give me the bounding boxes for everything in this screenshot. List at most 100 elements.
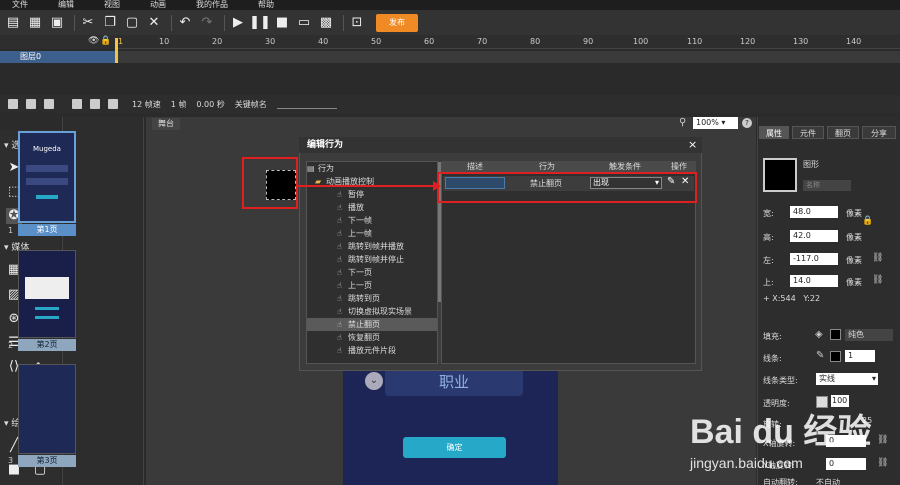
tab-properties[interactable]: 属性 xyxy=(759,126,789,139)
tree-item[interactable]: ☝ 跳转到页 xyxy=(307,292,437,305)
menu-edit[interactable]: 编辑 xyxy=(58,0,74,10)
page-label-1[interactable]: 第1页 xyxy=(18,224,76,236)
pause-icon[interactable]: ❚❚ xyxy=(249,14,271,32)
tree-item-selected[interactable]: ☝ 禁止翻页 xyxy=(307,318,437,331)
tree-item[interactable]: ☝ 上一页 xyxy=(307,279,437,292)
layer-row[interactable]: 图层0 xyxy=(0,51,115,63)
hand-icon: ☝ xyxy=(337,281,342,290)
col-desc: 描述 xyxy=(467,162,483,171)
width-input[interactable]: 48.0 xyxy=(790,206,838,218)
close-icon[interactable]: × xyxy=(688,138,700,152)
tab-share[interactable]: 分享 xyxy=(862,126,896,139)
toolbar-divider xyxy=(74,14,75,31)
shape-preview xyxy=(763,158,797,192)
stage-tab[interactable]: 舞台 xyxy=(152,118,180,130)
lock-ratio-icon[interactable]: 🔒 xyxy=(862,216,873,226)
tree-item[interactable]: ☝ 跳转到帧并停止 xyxy=(307,253,437,266)
unit-label: 像素 xyxy=(846,278,862,287)
tree-item[interactable]: ☝ 播放元件片段 xyxy=(307,344,437,357)
tree-root[interactable]: ▤ 行为 xyxy=(307,162,437,175)
watermark-logo: Bai du 经验 xyxy=(690,413,872,451)
layer-track[interactable] xyxy=(115,51,900,63)
menu-animation[interactable]: 动画 xyxy=(150,0,166,10)
tree-item[interactable]: ☝ 下一页 xyxy=(307,266,437,279)
menu-my-works[interactable]: 我的作品 xyxy=(196,0,228,10)
annotation-arrow xyxy=(296,185,439,187)
thumb-app-name: Mugeda xyxy=(33,145,61,153)
timeline-header: 👁 🔒 xyxy=(0,35,115,49)
top-input[interactable]: 14.0 xyxy=(790,275,838,287)
ruler-tick: 50 xyxy=(371,37,382,46)
page-label-3[interactable]: 第3页 xyxy=(18,455,76,467)
keyframe-icon[interactable] xyxy=(90,99,100,109)
page-thumb-1[interactable]: Mugeda xyxy=(18,131,76,223)
menu-view[interactable]: 视图 xyxy=(104,0,120,10)
eye-icon[interactable]: 👁 xyxy=(88,36,99,46)
export-icon[interactable]: ⊡ xyxy=(348,14,366,32)
new-file-icon[interactable]: ▤ xyxy=(4,14,22,32)
save-icon[interactable]: ▣ xyxy=(48,14,66,32)
preview-icon[interactable]: ▭ xyxy=(295,14,313,32)
frame-icon[interactable] xyxy=(72,99,82,109)
stop-icon[interactable]: ■ xyxy=(273,14,291,32)
keyframe-name-input[interactable] xyxy=(276,107,337,109)
stroke-width-input[interactable]: 1 xyxy=(845,350,875,362)
page-label-2[interactable]: 第2页 xyxy=(18,339,76,351)
publish-button[interactable]: 发布 xyxy=(376,13,418,32)
tab-paging[interactable]: 翻页 xyxy=(827,126,859,139)
add-folder-icon[interactable] xyxy=(26,99,36,109)
folder-icon: ▤ xyxy=(307,164,315,173)
tween-icon[interactable] xyxy=(108,99,118,109)
height-input[interactable]: 42.0 xyxy=(790,230,838,242)
unit-label: 像素 xyxy=(846,256,862,265)
hand-icon: ☝ xyxy=(337,268,342,277)
search-icon[interactable]: ⚲ xyxy=(679,117,686,128)
cut-icon[interactable]: ✂ xyxy=(79,14,97,32)
stroke-color-swatch[interactable] xyxy=(830,351,841,362)
link-icon[interactable]: ⛓ xyxy=(872,275,883,285)
undo-icon[interactable]: ↶ xyxy=(176,14,194,32)
delete-icon[interactable]: ✕ xyxy=(145,14,163,32)
page-num: 2 xyxy=(8,341,14,350)
help-icon[interactable]: ? xyxy=(742,118,752,128)
stroke-type-select[interactable]: 实线 ▾ xyxy=(816,373,878,385)
name-input[interactable]: 名称 xyxy=(803,180,851,191)
pen-icon[interactable]: ✎ xyxy=(816,350,824,361)
tree-item[interactable]: ☝ 下一帧 xyxy=(307,214,437,227)
top-label: 上: xyxy=(763,278,774,287)
tree-item[interactable]: ☝ 恢复翻页 xyxy=(307,331,437,344)
copy-icon[interactable]: ❐ xyxy=(101,14,119,32)
ruler-tick: 100 xyxy=(633,37,649,46)
job-field[interactable]: 职业 xyxy=(385,368,523,396)
toolbar-divider xyxy=(343,14,344,31)
add-layer-icon[interactable] xyxy=(8,99,18,109)
play-icon[interactable]: ▶ xyxy=(229,14,247,32)
redo-icon[interactable]: ↷ xyxy=(198,14,216,32)
tree-item[interactable]: ☝ 跳转到帧并播放 xyxy=(307,240,437,253)
paste-icon[interactable]: ▢ xyxy=(123,14,141,32)
open-file-icon[interactable]: ▦ xyxy=(26,14,44,32)
left-input[interactable]: -117.0 xyxy=(790,253,838,265)
menu-file[interactable]: 文件 xyxy=(12,0,28,10)
qrcode-icon[interactable]: ▩ xyxy=(317,14,335,32)
tab-symbols[interactable]: 元件 xyxy=(792,126,824,139)
paint-bucket-icon[interactable]: ◈ xyxy=(815,329,823,340)
page-thumb-3[interactable] xyxy=(18,364,76,454)
tree-item[interactable]: ☝ 暂停 xyxy=(307,188,437,201)
hand-icon: ☝ xyxy=(337,190,342,199)
lock-icon[interactable]: 🔒 xyxy=(100,36,111,46)
chevron-down-icon[interactable]: ⌄ xyxy=(365,372,383,390)
menu-help[interactable]: 帮助 xyxy=(258,0,274,10)
zoom-select[interactable]: 100% ▾ xyxy=(693,117,738,129)
tree-item[interactable]: ☝ 切换虚拟现实场景 xyxy=(307,305,437,318)
playhead[interactable] xyxy=(115,38,118,63)
delete-layer-icon[interactable] xyxy=(44,99,54,109)
fill-type-select[interactable]: 纯色 xyxy=(845,329,893,341)
tree-item[interactable]: ☝ 播放 xyxy=(307,201,437,214)
fill-color-swatch[interactable] xyxy=(830,329,841,340)
tree-item[interactable]: ☝ 上一帧 xyxy=(307,227,437,240)
page-thumb-2[interactable] xyxy=(18,250,76,338)
left-label: 左: xyxy=(763,256,774,265)
confirm-button[interactable]: 确定 xyxy=(403,437,506,458)
link-icon[interactable]: ⛓ xyxy=(872,253,883,263)
